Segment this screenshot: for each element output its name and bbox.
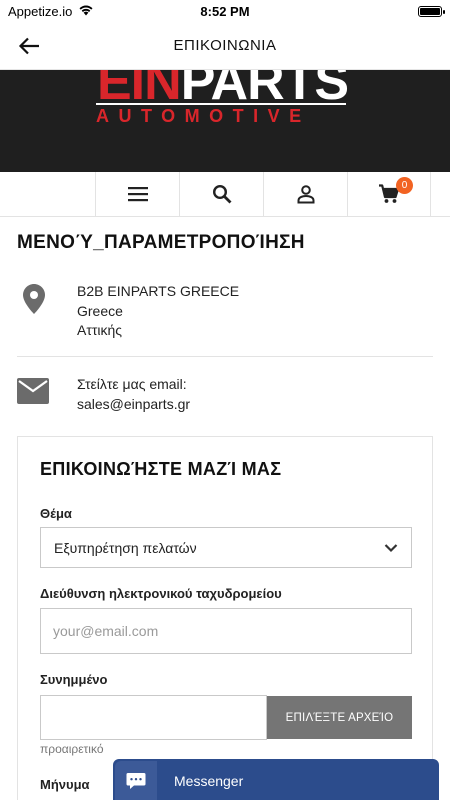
back-button[interactable] — [14, 32, 44, 60]
attachment-label: Συνημμένο — [40, 672, 108, 687]
subject-select[interactable]: Εξυπηρέτηση πελατών — [40, 527, 412, 568]
icon-toolbar: 0 — [0, 172, 450, 217]
chevron-down-icon — [384, 544, 398, 553]
subject-label: Θέμα — [40, 506, 72, 521]
email-text: Στείλτε μας email: sales@einparts.gr — [77, 375, 190, 414]
subject-selected-value: Εξυπηρέτηση πελατών — [54, 539, 197, 556]
contact-form: ΕΠΙΚΟΙΝΩΉΣΤΕ ΜΑΖΊ ΜΑΣ Θέμα Εξυπηρέτηση π… — [17, 436, 433, 800]
account-button[interactable] — [263, 172, 347, 216]
menu-button[interactable] — [95, 172, 179, 216]
message-label: Μήνυμα — [40, 777, 90, 792]
cart-button[interactable]: 0 — [347, 172, 431, 216]
brand-banner: EINPARTS AUTOMOTIVE — [0, 70, 450, 172]
screen: Appetize.io 8:52 PM ΕΠΙΚΟΙΝΩΝΙΑ EINPARTS… — [0, 0, 450, 800]
mail-icon — [17, 378, 49, 409]
messenger-label: Messenger — [174, 773, 244, 789]
location-pin-icon — [23, 284, 45, 319]
app-bar: ΕΠΙΚΟΙΝΩΝΙΑ — [0, 22, 450, 70]
email-field[interactable] — [40, 608, 412, 654]
arrow-left-icon — [18, 37, 39, 55]
form-title: ΕΠΙΚΟΙΝΩΉΣΤΕ ΜΑΖΊ ΜΑΣ — [40, 459, 282, 479]
status-bar: Appetize.io 8:52 PM — [0, 0, 450, 22]
address-line-country: Greece — [77, 302, 123, 319]
attachment-hint: προαιρετικό — [40, 742, 104, 756]
user-icon — [297, 185, 314, 204]
address-text: B2B EINPARTS GREECE Greece Αττικής — [77, 282, 239, 341]
section-divider — [17, 356, 433, 357]
status-time: 8:52 PM — [200, 3, 250, 19]
chat-bubble-icon — [115, 760, 157, 800]
email-block: Στείλτε μας email: sales@einparts.gr — [17, 375, 433, 415]
logo-subtitle: AUTOMOTIVE — [96, 106, 311, 126]
page-header-title: ΕΠΙΚΟΙΝΩΝΙΑ — [173, 37, 277, 54]
search-icon — [212, 184, 231, 204]
search-button[interactable] — [179, 172, 263, 216]
messenger-chat-button[interactable]: Messenger — [113, 759, 439, 800]
address-block: B2B EINPARTS GREECE Greece Αττικής — [17, 282, 433, 342]
address-line-company: B2B EINPARTS GREECE — [77, 283, 240, 299]
email-field-label: Διεύθυνση ηλεκτρονικού ταχυδρομείου — [40, 586, 282, 601]
attachment-file-field[interactable] — [40, 695, 267, 740]
battery-icon — [418, 5, 445, 17]
page-title: ΜΕΝΟΎ_ΠΑΡΑΜΕΤΡΟΠΟΊΗΣΗ — [17, 232, 305, 253]
address-line-region: Αττικής — [77, 322, 123, 338]
hamburger-menu-icon — [127, 187, 148, 202]
cart-count-badge: 0 — [396, 177, 413, 194]
logo-underline — [96, 103, 346, 105]
email-link[interactable]: sales@einparts.gr — [77, 395, 190, 415]
email-label: Στείλτε μας email: — [77, 376, 187, 392]
choose-file-button[interactable]: ΕΠΙΛΈΞΤΕ ΑΡΧΕΊΟ — [267, 696, 412, 739]
